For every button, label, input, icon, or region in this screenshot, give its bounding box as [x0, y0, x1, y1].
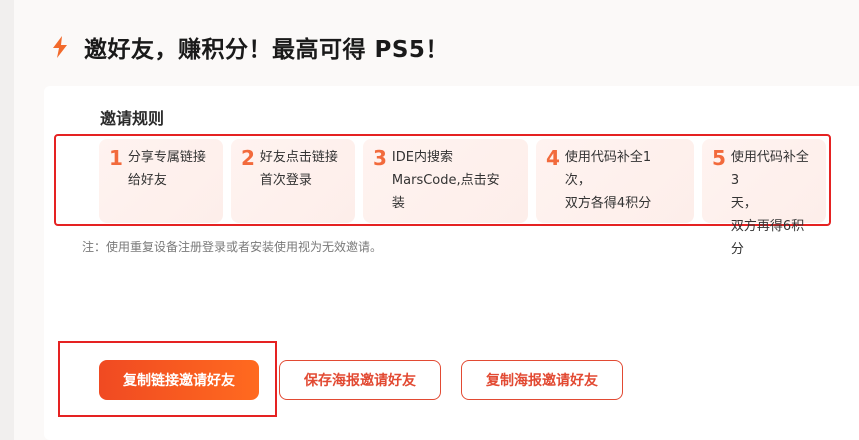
step-card-5: 5 使用代码补全3 天， 双方再得6积分 [702, 139, 826, 257]
invite-page: 邀好友，赚积分！最高可得 PS5！ 邀请规则 1 分享专属链接 给好友 2 好友… [14, 0, 859, 440]
lightning-bolt-icon [52, 36, 68, 58]
step-card-4: 4 使用代码补全1 次， 双方各得4积分 [536, 139, 694, 223]
step-card-3: 3 IDE内搜索 MarsCode,点击安 装 [363, 139, 528, 223]
step-number: 2 [241, 146, 255, 170]
save-poster-invite-button[interactable]: 保存海报邀请好友 [279, 360, 441, 400]
left-edge-strip [0, 0, 14, 440]
copy-poster-invite-button[interactable]: 复制海报邀请好友 [461, 360, 623, 400]
step-number: 4 [546, 146, 560, 170]
copy-link-invite-button[interactable]: 复制链接邀请好友 [99, 360, 259, 400]
step-text: 使用代码补全1 次， 双方各得4积分 [564, 150, 652, 211]
step-text: 使用代码补全3 天， 双方再得6积分 [730, 150, 809, 257]
step-card-1: 1 分享专属链接 给好友 [99, 139, 223, 223]
rules-title: 邀请规则 [100, 109, 165, 128]
invite-card: 邀请规则 1 分享专属链接 给好友 2 好友点击链接 首次登录 3 IDE内搜索… [44, 86, 859, 440]
step-card-2: 2 好友点击链接 首次登录 [231, 139, 355, 223]
step-text: IDE内搜索 MarsCode,点击安 装 [391, 150, 500, 211]
page-title: 邀好友，赚积分！最高可得 PS5！ [84, 37, 449, 63]
step-number: 5 [712, 146, 726, 170]
step-text: 好友点击链接 首次登录 [259, 150, 338, 188]
step-text: 分享专属链接 给好友 [127, 150, 206, 188]
step-number: 1 [109, 146, 123, 170]
step-number: 3 [373, 146, 387, 170]
invalid-invite-note: 注：使用重复设备注册登录或者安装使用视为无效邀请。 [82, 240, 383, 254]
page-header: 邀好友，赚积分！最高可得 PS5！ [52, 30, 449, 64]
